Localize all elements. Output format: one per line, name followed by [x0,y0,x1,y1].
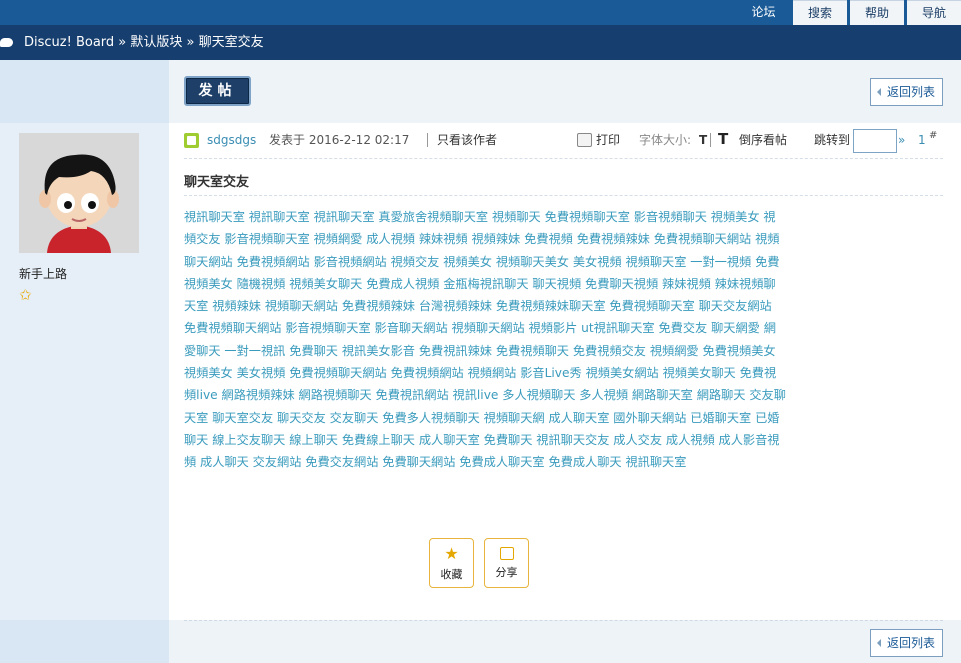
sidebar-bottom [0,620,169,663]
divider [427,133,428,147]
back-to-list-label: 返回列表 [887,85,936,99]
post-body[interactable]: 視訊聊天室 視訊聊天室 視訊聊天室 真愛旅舍視頻聊天室 視頻聊天 免費視頻聊天室… [184,206,787,474]
back-to-list-label: 返回列表 [887,636,936,650]
divider [184,620,943,621]
posted-prefix: 发表于 [269,133,306,147]
floor-number[interactable]: 1 [918,132,926,148]
avatar[interactable] [19,133,139,253]
back-to-list-button-bottom[interactable]: 返回列表 [870,629,943,657]
font-size-large[interactable]: T [718,131,728,147]
user-level: 新手上路 [19,267,68,281]
posted-label: 发表于 2016-2-12 02:17 [269,132,409,148]
author-name-link[interactable]: sdgsdgs [207,132,256,148]
tab-help[interactable]: 帮助 [850,0,904,25]
star-icon: ★ [444,544,459,563]
reverse-order-link[interactable]: 倒序看帖 [739,132,787,148]
favorite-label: 收藏 [440,568,463,581]
arrow-left-icon [877,88,881,96]
toolbar-bottom [169,620,961,663]
print-link[interactable]: 打印 [596,132,620,148]
post-title: 聊天室交友 [184,175,250,190]
only-author-link[interactable]: 只看该作者 [437,132,497,148]
share-icon [499,547,514,560]
top-nav: 论坛 搜索 帮助 导航 [737,0,961,25]
divider [184,195,943,196]
font-size-label: 字体大小: [639,133,692,147]
floor-hash: # [929,130,938,141]
printer-icon[interactable] [577,133,592,147]
star-icon: ✩ [19,286,32,304]
breadcrumb-bar: Discuz! Board » 默认版块 » 聊天室交友 [0,25,961,60]
divider [710,133,711,147]
chat-bubble-icon [0,38,13,47]
new-post-button[interactable]: 发帖 [184,76,251,106]
favorite-button[interactable]: ★ 收藏 [429,538,474,588]
top-bar: 论坛 搜索 帮助 导航 [0,0,961,25]
online-status-icon [184,133,199,148]
floor-jump-input[interactable] [853,129,897,153]
toolbar-top [169,60,961,123]
tab-search[interactable]: 搜索 [793,0,847,25]
arrow-left-icon [877,639,881,647]
share-label: 分享 [495,566,518,579]
jump-go-button[interactable]: » [898,132,905,148]
sidebar-top [0,60,169,123]
tab-guide[interactable]: 导航 [907,0,961,25]
tab-forum[interactable]: 论坛 [737,0,790,25]
post-timestamp: 2016-2-12 02:17 [308,133,410,147]
divider [184,158,943,159]
jump-to-label: 跳转到 [814,133,851,147]
back-to-list-button[interactable]: 返回列表 [870,78,943,106]
breadcrumb[interactable]: Discuz! Board » 默认版块 » 聊天室交友 [24,35,264,50]
font-size-small[interactable]: T [699,132,707,148]
share-button[interactable]: 分享 [484,538,529,588]
